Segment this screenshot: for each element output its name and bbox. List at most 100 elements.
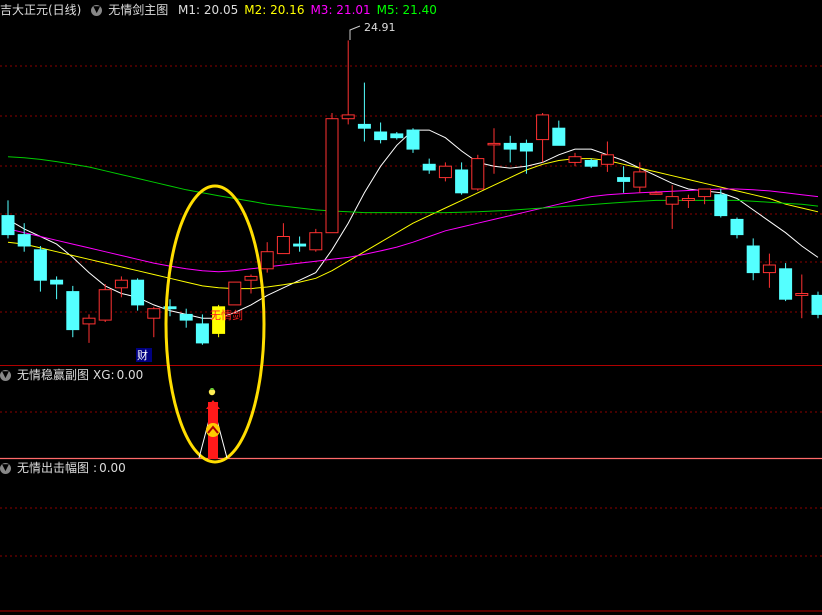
xg-signal	[198, 388, 228, 459]
high-price-label: 24.91	[364, 21, 396, 34]
sub-panel-1-label: XG:	[93, 368, 115, 382]
candle-body	[422, 163, 436, 171]
candle[interactable]	[455, 162, 469, 195]
candle-body	[17, 234, 31, 247]
candle-body	[114, 279, 128, 289]
candle-body	[390, 133, 404, 139]
candle[interactable]	[309, 228, 323, 252]
candle[interactable]	[82, 314, 96, 343]
ma-legend-m2: M2: 20.16	[244, 3, 305, 17]
candle-body	[260, 251, 274, 270]
candle[interactable]	[390, 132, 404, 140]
candle-body	[33, 249, 47, 281]
candle-body	[98, 289, 112, 321]
candle-body	[746, 245, 760, 274]
candle[interactable]	[617, 166, 631, 193]
candle[interactable]	[374, 122, 388, 144]
candle[interactable]	[681, 194, 695, 208]
candle-body	[519, 142, 533, 152]
candle[interactable]	[536, 113, 550, 163]
candle-body	[714, 194, 728, 217]
candle-body	[82, 317, 96, 325]
candle-body	[1, 215, 15, 236]
candle[interactable]	[33, 246, 47, 292]
candle-body	[228, 281, 242, 306]
candle[interactable]	[600, 141, 614, 172]
candle[interactable]	[98, 284, 112, 322]
main-panel-header: 吉大正元(日线) ▼ 无情剑主图 M1: 20.05 M2: 20.16 M3: 21…	[0, 1, 449, 19]
candle-body	[762, 264, 776, 274]
collapse-triangle-icon[interactable]: ▼	[0, 463, 11, 474]
candle[interactable]	[779, 263, 793, 302]
ma-line-m5	[7, 156, 819, 214]
candle[interactable]	[260, 242, 274, 273]
candle[interactable]	[1, 200, 15, 239]
candle-body	[811, 294, 822, 315]
collapse-triangle-icon[interactable]: ▼	[0, 370, 11, 381]
candle-body	[325, 118, 339, 234]
sub-panel-1-header: ▼ 无情稳赢副图 XG: 0.00	[0, 366, 149, 384]
candle-body	[309, 232, 323, 251]
candle[interactable]	[244, 274, 258, 294]
candle[interactable]	[228, 281, 242, 306]
candle[interactable]	[293, 236, 307, 252]
candle[interactable]	[811, 291, 822, 319]
candle-body	[617, 177, 631, 182]
sub-panel-1-value: 0.00	[116, 368, 144, 382]
candle[interactable]	[357, 82, 371, 142]
candle[interactable]	[66, 285, 80, 338]
candle[interactable]	[422, 158, 436, 174]
candle[interactable]	[195, 314, 209, 345]
sub-panel-2-header: ▼ 无情出击幅图:0.00	[0, 459, 132, 477]
candle-body	[568, 156, 582, 163]
candle-body	[779, 268, 793, 300]
indicator-name: 无情剑主图	[108, 3, 169, 17]
ma-legend-m3: M3: 21.01	[310, 3, 371, 17]
candle[interactable]	[746, 238, 760, 281]
candle-body	[552, 127, 566, 146]
candle-body	[147, 308, 161, 319]
sub-panel-2-label: :	[93, 461, 98, 475]
candle[interactable]	[438, 162, 452, 182]
finance-badge[interactable]: 财	[136, 348, 152, 362]
candle-body	[665, 196, 679, 205]
candle[interactable]	[568, 152, 582, 167]
candle[interactable]	[325, 113, 339, 234]
candle-body	[730, 218, 744, 236]
candle-body	[406, 129, 420, 150]
candle-body	[276, 236, 290, 255]
candle[interactable]	[762, 253, 776, 288]
candle-body	[600, 154, 614, 165]
candle[interactable]	[50, 276, 64, 300]
candle[interactable]	[406, 128, 420, 153]
ma-legend: M1: 20.05 M2: 20.16 M3: 21.01 M5: 21.40	[178, 3, 443, 17]
candle[interactable]	[714, 189, 728, 218]
candle[interactable]	[471, 154, 485, 191]
candle[interactable]	[503, 135, 517, 163]
candle[interactable]	[276, 223, 290, 255]
candle[interactable]	[730, 217, 744, 239]
ma-line-m3	[7, 188, 819, 273]
candle[interactable]	[17, 223, 31, 252]
bell-icon	[208, 388, 216, 396]
stock-chart[interactable]: 24.91 无情剑 财	[0, 0, 822, 615]
sub-panel-2-value: 0.00	[99, 461, 126, 475]
up-chevron-signal-icon	[206, 423, 220, 437]
panel-separators	[0, 365, 822, 612]
candle[interactable]	[552, 120, 566, 146]
ma-legend-m5: M5: 21.40	[376, 3, 437, 17]
candle-body	[681, 198, 695, 201]
candle-body	[244, 275, 258, 281]
finance-badge-label: 财	[137, 348, 148, 362]
candle[interactable]	[698, 188, 712, 205]
candle-body	[455, 169, 469, 194]
candle[interactable]	[341, 40, 355, 125]
candle-body	[471, 158, 485, 190]
collapse-triangle-icon[interactable]: ▼	[91, 5, 103, 16]
candle[interactable]	[584, 158, 598, 169]
stock-name: 吉大正元(日线)	[0, 3, 82, 17]
candle-body	[374, 131, 388, 141]
candle[interactable]	[147, 306, 161, 338]
candlesticks[interactable]	[1, 40, 822, 345]
candle[interactable]	[131, 278, 145, 311]
